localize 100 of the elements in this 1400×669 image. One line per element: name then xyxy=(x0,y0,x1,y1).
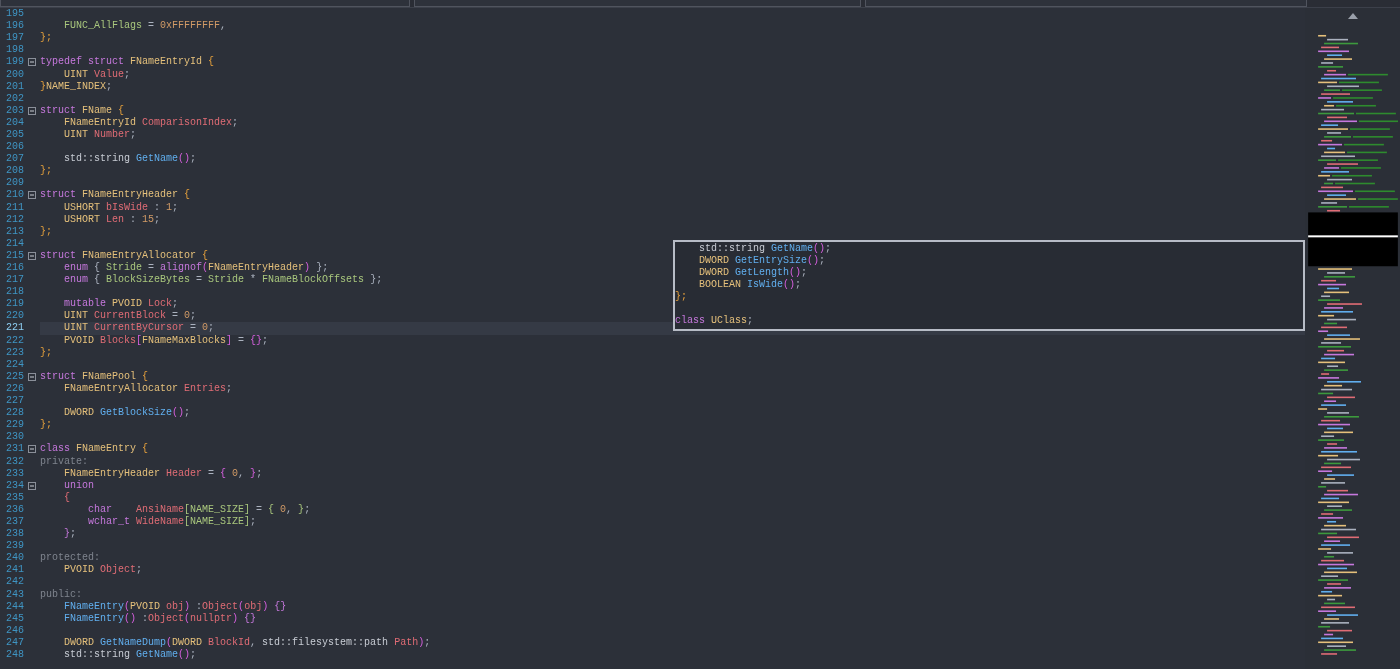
code-line: public: xyxy=(40,588,82,601)
line-number: 231 xyxy=(5,443,24,456)
collapse-icon[interactable] xyxy=(28,481,36,490)
line-number: 224 xyxy=(5,358,24,371)
code-line: FNameEntry() :Object(nullptr) {} xyxy=(63,612,257,625)
line-number: 230 xyxy=(5,431,24,444)
code-line: UINT Number; xyxy=(63,129,137,141)
line-number: 198 xyxy=(5,44,24,57)
line-number: 245 xyxy=(5,612,24,625)
code-line: FNameEntryId ComparisonIndex; xyxy=(63,116,239,129)
line-number: 211 xyxy=(5,201,24,214)
line-number: 212 xyxy=(5,213,24,226)
line-number: 241 xyxy=(5,564,24,577)
line-number: 217 xyxy=(5,274,24,287)
line-number: 234 xyxy=(5,479,24,492)
code-line: }; xyxy=(675,291,687,303)
code-line: FNameEntryAllocator Entries; xyxy=(63,382,233,395)
collapse-icon[interactable] xyxy=(28,58,36,67)
code-line: struct FNameEntryAllocator { xyxy=(40,249,209,262)
code-line: std::string GetName(); xyxy=(63,649,197,661)
code-line: typedef struct FNameEntryId { xyxy=(40,56,215,69)
line-number: 205 xyxy=(5,129,24,141)
line-number: 248 xyxy=(5,649,24,661)
code-line: UINT CurrentBlock = 0; xyxy=(63,310,197,323)
collapse-icon[interactable] xyxy=(28,372,36,381)
code-line: DWORD GetLength(); xyxy=(698,267,808,279)
code-line: wchar_t WideName[NAME_SIZE]; xyxy=(87,516,257,528)
line-number: 210 xyxy=(5,189,24,202)
line-number: 199 xyxy=(5,56,24,69)
line-number: 238 xyxy=(5,528,24,541)
code-line: std::string GetName(); xyxy=(63,153,197,166)
code-line: DWORD GetBlockSize(); xyxy=(63,407,191,420)
code-line: char AnsiName[NAME_SIZE] = { 0, }; xyxy=(87,503,311,516)
line-number: 235 xyxy=(5,491,24,504)
code-line: PVOID Blocks[FNameMaxBlocks] = {}; xyxy=(63,334,269,347)
code-line: FUNC_AllFlags = 0xFFFFFFFF, xyxy=(63,20,227,33)
code-line: }; xyxy=(63,528,77,541)
line-number: 201 xyxy=(5,80,24,93)
line-number: 247 xyxy=(5,636,24,649)
collapse-icon[interactable] xyxy=(28,445,36,454)
code-line: UINT CurrentByCursor = 0; xyxy=(63,322,215,335)
line-number: 236 xyxy=(5,503,24,516)
collapse-icon[interactable] xyxy=(28,106,36,115)
code-line: { xyxy=(63,491,70,504)
scroll-up-icon[interactable] xyxy=(1347,13,1358,19)
line-number: 244 xyxy=(5,600,24,613)
line-number: 196 xyxy=(5,20,24,33)
line-number: 240 xyxy=(5,552,24,565)
line-number: 229 xyxy=(5,419,24,432)
code-line: mutable PVOID Lock; xyxy=(63,298,179,310)
line-number: 214 xyxy=(5,237,24,250)
code-line: FNameEntry(PVOID obj) :Object(obj) {} xyxy=(63,600,287,613)
code-line: private: xyxy=(40,455,88,468)
line-number: 206 xyxy=(5,141,24,154)
code-line: struct FNamePool { xyxy=(40,370,149,383)
line-number: 221 xyxy=(5,322,24,335)
code-line: union xyxy=(63,479,94,492)
code-line: enum { BlockSizeBytes = Stride * FNameBlockOffsets }; xyxy=(63,274,383,287)
line-number: 203 xyxy=(5,104,24,117)
code-line: FNameEntryHeader Header = { 0, }; xyxy=(63,467,263,480)
line-number: 233 xyxy=(5,467,24,480)
line-number: 204 xyxy=(5,116,24,129)
line-number: 216 xyxy=(5,262,24,274)
line-number: 232 xyxy=(5,455,24,468)
code-line: }; xyxy=(40,32,52,45)
code-line: USHORT bIsWide : 1; xyxy=(63,201,179,214)
line-number: 225 xyxy=(5,370,24,383)
code-line: USHORT Len : 15; xyxy=(63,213,161,226)
code-line: class UClass; xyxy=(675,315,754,327)
code-line: }; xyxy=(40,225,52,238)
code-line: BOOLEAN IsWide(); xyxy=(698,279,802,291)
line-number: 200 xyxy=(5,68,24,81)
code-line: DWORD GetNameDump(DWORD BlockId, std::filesystem::path Path); xyxy=(63,636,431,649)
line-number: 243 xyxy=(5,588,24,601)
code-line: struct FNameEntryHeader { xyxy=(40,189,191,202)
collapse-icon[interactable] xyxy=(28,191,36,200)
line-number: 213 xyxy=(5,225,24,238)
line-number: 227 xyxy=(5,395,24,408)
code-line: }; xyxy=(40,419,52,432)
line-number: 228 xyxy=(5,407,24,420)
line-number: 209 xyxy=(5,177,24,190)
code-line: std::string GetName(); xyxy=(698,243,832,255)
line-number: 215 xyxy=(5,249,24,262)
line-number: 197 xyxy=(5,32,24,45)
collapse-icon[interactable] xyxy=(28,251,36,260)
line-number: 218 xyxy=(5,286,24,299)
line-number: 226 xyxy=(5,382,24,395)
line-number: 222 xyxy=(5,334,24,347)
line-number: 207 xyxy=(5,153,24,166)
line-number: 208 xyxy=(5,165,24,178)
code-line: protected: xyxy=(40,552,100,565)
code-line: }; xyxy=(40,346,52,359)
line-number: 237 xyxy=(5,516,24,528)
code-line: enum { Stride = alignof(FNameEntryHeader) }; xyxy=(63,262,329,274)
line-number: 246 xyxy=(5,624,24,637)
line-number: 202 xyxy=(5,92,24,105)
line-number: 195 xyxy=(5,8,24,21)
line-number: 219 xyxy=(5,298,24,311)
line-number: 239 xyxy=(5,540,24,553)
code-line: UINT Value; xyxy=(63,68,131,81)
